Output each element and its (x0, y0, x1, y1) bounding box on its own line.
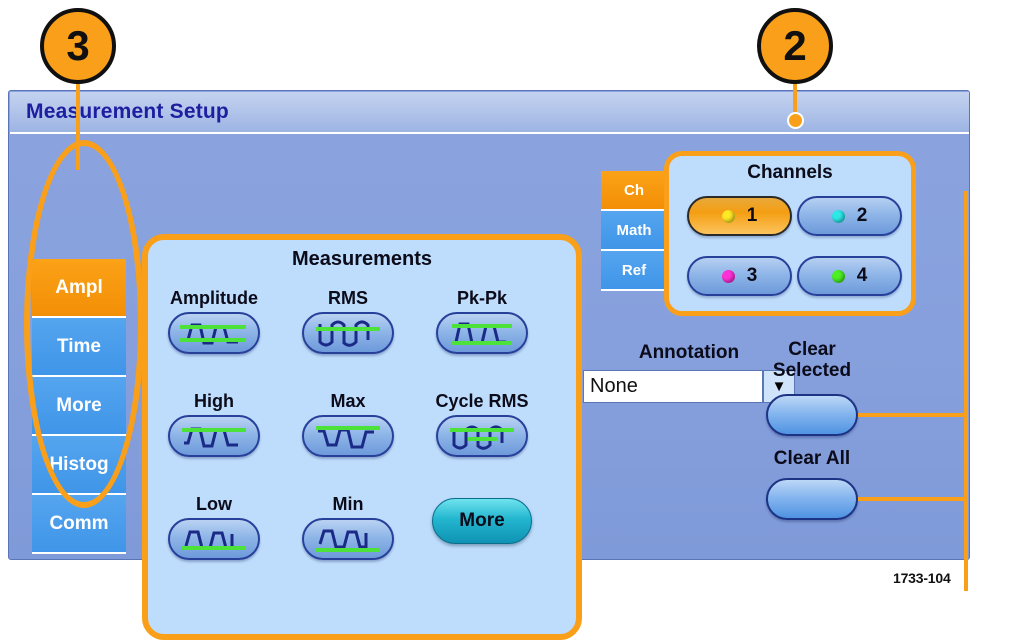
rms-waveform-icon[interactable] (302, 312, 394, 354)
clear-selected-line1: Clear (788, 339, 836, 360)
callout-number: 2 (783, 22, 807, 69)
tab-ref[interactable]: Ref (601, 251, 667, 291)
high-waveform-icon[interactable] (168, 415, 260, 457)
more-button-label: More (459, 510, 505, 531)
measurement-more: More (416, 498, 548, 544)
measurement-label: High (194, 391, 234, 411)
tab-label: Ampl (55, 276, 103, 298)
channel-button-3[interactable]: 3 (687, 256, 792, 296)
clear-selected-label: Clear Selected (742, 339, 882, 381)
tab-label: Time (56, 335, 101, 357)
measurement-label: Pk-Pk (456, 288, 508, 308)
clear-selected-button[interactable] (766, 394, 858, 436)
figure-caption: 1733-104 (893, 570, 951, 586)
tab-label: Ch (624, 181, 644, 199)
callout-2-anchor-dot (787, 112, 804, 129)
channel-button-4[interactable]: 4 (797, 256, 902, 296)
measurement-pk-pk: Pk-Pk (416, 288, 548, 354)
tab-label: Comm (49, 512, 109, 534)
sidebar-item-ampl[interactable]: Ampl (32, 259, 126, 318)
measurement-label: Cycle RMS (435, 391, 529, 411)
channel-color-dot (721, 269, 735, 283)
cycle-rms-waveform-icon[interactable] (436, 415, 528, 457)
callout-number: 3 (66, 22, 90, 69)
more-measurements-button[interactable]: More (432, 498, 532, 544)
measurement-label: Max (330, 391, 366, 411)
min-waveform-icon[interactable] (302, 518, 394, 560)
measurement-min: Min (282, 494, 414, 560)
measurement-label: Amplitude (170, 288, 258, 308)
channel-label: 3 (746, 265, 758, 286)
channels-panel: Channels 1 2 3 4 (664, 151, 916, 316)
clear-all-label: Clear All (742, 448, 882, 470)
sidebar-item-histog[interactable]: Histog (32, 436, 126, 495)
channel-label: 4 (856, 265, 868, 286)
measurement-amplitude: Amplitude (148, 288, 280, 354)
measurement-label: RMS (328, 288, 368, 308)
low-waveform-icon[interactable] (168, 518, 260, 560)
channels-title: Channels (747, 162, 833, 183)
tab-label: More (56, 394, 102, 416)
callout-line-right (964, 191, 968, 591)
measurement-rms: RMS (282, 288, 414, 354)
tab-label: Histog (49, 453, 109, 475)
clear-selected-line2: Selected (772, 359, 852, 381)
sidebar-item-more[interactable]: More (32, 377, 126, 436)
channel-label: 2 (856, 205, 868, 226)
clear-all-text: Clear All (773, 448, 851, 469)
channel-color-dot (831, 269, 845, 283)
page-title: Measurement Setup (26, 100, 229, 123)
tab-ch[interactable]: Ch (601, 171, 667, 211)
measurements-title: Measurements (291, 248, 433, 270)
sidebar-item-time[interactable]: Time (32, 318, 126, 377)
channel-color-dot (721, 209, 735, 223)
tab-math[interactable]: Math (601, 211, 667, 251)
callout-line-clear-all (858, 497, 966, 501)
max-waveform-icon[interactable] (302, 415, 394, 457)
tab-label: Ref (621, 261, 647, 279)
measurement-low: Low (148, 494, 280, 560)
channel-button-1[interactable]: 1 (687, 196, 792, 236)
callout-line-clear-selected (858, 413, 966, 417)
source-type-tabs: Ch Math Ref (601, 171, 667, 291)
channel-label: 1 (746, 205, 758, 226)
measurement-category-tabs: Ampl Time More Histog Comm (32, 259, 126, 554)
amplitude-waveform-icon[interactable] (168, 312, 260, 354)
clear-all-button[interactable] (766, 478, 858, 520)
callout-2: 2 (757, 8, 833, 84)
measurement-setup-dialog: Measurement Setup Ampl Time More Histog … (8, 90, 970, 640)
sidebar-item-comm[interactable]: Comm (32, 495, 126, 554)
measurements-panel: Measurements Amplitude RMS Pk-Pk High Ma… (142, 234, 582, 640)
callout-3: 3 (40, 8, 116, 84)
pk-pk-waveform-icon[interactable] (436, 312, 528, 354)
measurement-label: Min (332, 494, 364, 514)
measurement-cycle-rms: Cycle RMS (416, 391, 548, 457)
channel-button-2[interactable]: 2 (797, 196, 902, 236)
tab-label: Math (616, 221, 652, 239)
measurement-high: High (148, 391, 280, 457)
annotation-select-value[interactable]: None (583, 370, 763, 403)
measurement-label: Low (196, 494, 232, 514)
measurement-max: Max (282, 391, 414, 457)
channel-color-dot (831, 209, 845, 223)
